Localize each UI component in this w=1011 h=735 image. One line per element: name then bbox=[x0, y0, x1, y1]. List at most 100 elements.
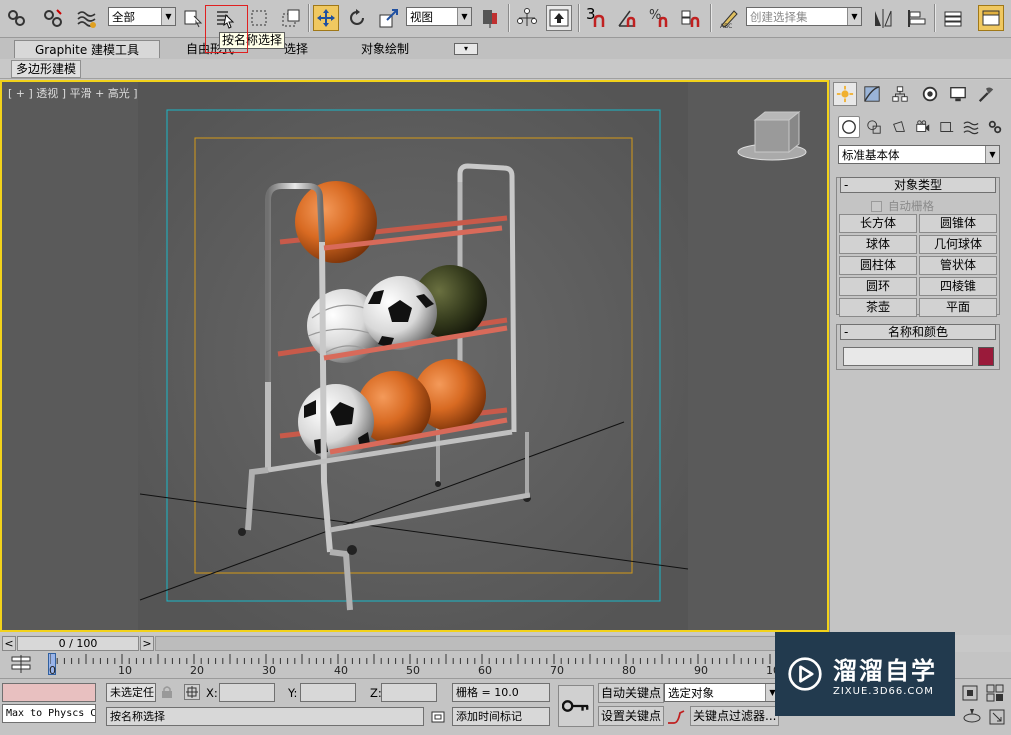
select-and-rotate-icon[interactable] bbox=[344, 5, 370, 31]
tick-label: 0 bbox=[49, 664, 56, 677]
object-category-dropdown[interactable]: 标准基本体 ▼ bbox=[838, 145, 1000, 164]
angle-snap-icon[interactable] bbox=[614, 5, 640, 31]
select-by-name-button[interactable] bbox=[212, 5, 238, 31]
autogrid-checkbox[interactable]: 自动栅格 bbox=[871, 198, 934, 214]
time-tag-icon[interactable] bbox=[430, 709, 446, 725]
time-slider-track[interactable] bbox=[155, 636, 827, 651]
selection-filter-dropdown[interactable]: 全部 ▼ bbox=[108, 7, 176, 26]
pyramid-button[interactable]: 四棱锥 bbox=[919, 277, 997, 296]
orbit-icon[interactable] bbox=[962, 707, 982, 727]
cameras-category-icon[interactable] bbox=[912, 116, 934, 138]
keyboard-shortcut-override-icon[interactable] bbox=[546, 5, 572, 31]
geosphere-button[interactable]: 几何球体 bbox=[919, 235, 997, 254]
auto-key-button[interactable]: 自动关键点 bbox=[598, 683, 665, 703]
select-and-scale-icon[interactable] bbox=[376, 5, 402, 31]
object-name-field[interactable] bbox=[843, 347, 973, 366]
selection-lock-icon[interactable] bbox=[160, 685, 174, 699]
pivot-center-icon[interactable] bbox=[477, 5, 503, 31]
hierarchy-tab-icon[interactable] bbox=[888, 82, 912, 106]
unlink-selection-icon[interactable] bbox=[40, 5, 66, 31]
name-color-rollout: - 名称和颜色 bbox=[836, 324, 1000, 370]
tick-label: 90 bbox=[694, 664, 708, 677]
tick-label: 50 bbox=[406, 664, 420, 677]
perspective-viewport[interactable]: [ + ] 透视 ] 平滑 + 高光 ] bbox=[0, 80, 829, 632]
prev-frame-button[interactable]: < bbox=[2, 636, 16, 651]
cone-button[interactable]: 圆锥体 bbox=[919, 214, 997, 233]
named-selection-dropdown[interactable]: 创建选择集 ▼ bbox=[746, 7, 862, 26]
zoom-extents-icon[interactable] bbox=[960, 683, 980, 703]
snaps-toggle-icon[interactable]: 3 bbox=[583, 5, 609, 31]
cylinder-button[interactable]: 圆柱体 bbox=[839, 256, 917, 275]
viewport-label[interactable]: [ + ] 透视 ] 平滑 + 高光 ] bbox=[8, 85, 138, 101]
time-slider-thumb[interactable]: 0 / 100 bbox=[17, 636, 139, 651]
ribbon-tabs: Graphite 建模工具 自由形式 选择 对象绘制 ▾ bbox=[0, 38, 1011, 59]
name-color-rollout-header[interactable]: - 名称和颜色 bbox=[840, 324, 996, 340]
bind-to-space-warp-icon[interactable] bbox=[74, 5, 100, 31]
select-and-link-icon[interactable] bbox=[4, 5, 30, 31]
watermark-title: 溜溜自学 bbox=[833, 657, 937, 685]
align-icon[interactable] bbox=[904, 5, 930, 31]
reference-coordinate-dropdown[interactable]: 视图 ▼ bbox=[406, 7, 472, 26]
select-object-icon[interactable] bbox=[180, 5, 206, 31]
object-type-rollout: - 对象类型 自动栅格 长方体 圆锥体 球体 几何球体 圆柱体 管状体 圆环 四… bbox=[836, 177, 1000, 317]
teapot-button[interactable]: 茶壶 bbox=[839, 298, 917, 317]
space-warps-category-icon[interactable] bbox=[960, 116, 982, 138]
maximize-viewport-icon[interactable] bbox=[987, 707, 1007, 727]
z-coordinate-field[interactable] bbox=[381, 683, 437, 702]
sphere-button[interactable]: 球体 bbox=[839, 235, 917, 254]
key-filters-button[interactable]: 关键点过滤器... bbox=[690, 706, 780, 726]
layer-manager-icon[interactable] bbox=[940, 5, 966, 31]
chevron-down-icon: ▼ bbox=[985, 146, 999, 163]
y-label: Y: bbox=[288, 686, 298, 700]
graphite-toggle-icon[interactable] bbox=[978, 5, 1004, 31]
maxscript-mini-listener-top[interactable] bbox=[2, 683, 96, 702]
box-button[interactable]: 长方体 bbox=[839, 214, 917, 233]
basketball bbox=[295, 181, 377, 263]
default-tangents-icon[interactable] bbox=[666, 707, 686, 727]
tab-selection[interactable]: 选择 bbox=[284, 40, 308, 58]
select-and-manipulate-icon[interactable] bbox=[514, 5, 540, 31]
percent-snap-icon[interactable]: % bbox=[646, 5, 672, 31]
ribbon-options-button[interactable]: ▾ bbox=[454, 43, 478, 55]
motion-tab-icon[interactable] bbox=[918, 82, 942, 106]
mirror-icon[interactable] bbox=[870, 5, 896, 31]
selected-object-dropdown[interactable]: 选定对象 ▼ bbox=[664, 683, 780, 702]
display-tab-icon[interactable] bbox=[946, 82, 970, 106]
modify-tab-icon[interactable] bbox=[860, 82, 884, 106]
shapes-category-icon[interactable] bbox=[863, 116, 885, 138]
window-crossing-icon[interactable] bbox=[278, 5, 304, 31]
prompt-line: 按名称选择 bbox=[106, 707, 424, 726]
torus-button[interactable]: 圆环 bbox=[839, 277, 917, 296]
edit-named-selection-icon[interactable]: ABC bbox=[716, 5, 742, 31]
create-tab-icon[interactable] bbox=[833, 82, 857, 106]
set-key-button[interactable] bbox=[558, 685, 594, 727]
lights-category-icon[interactable] bbox=[888, 116, 910, 138]
object-category-value: 标准基本体 bbox=[842, 148, 900, 162]
select-and-move-icon[interactable] bbox=[313, 5, 339, 31]
y-coordinate-field[interactable] bbox=[300, 683, 356, 702]
zoom-all-icon[interactable] bbox=[985, 683, 1005, 703]
geometry-category-icon[interactable] bbox=[838, 116, 860, 138]
mini-curve-editor-icon[interactable] bbox=[10, 654, 32, 674]
next-frame-button[interactable]: > bbox=[140, 636, 154, 651]
polygon-modeling-panel-label[interactable]: 多边形建模 bbox=[11, 60, 82, 78]
helpers-category-icon[interactable] bbox=[936, 116, 958, 138]
object-color-swatch[interactable] bbox=[978, 347, 994, 366]
object-type-rollout-header[interactable]: - 对象类型 bbox=[840, 177, 996, 193]
viewcube-icon[interactable] bbox=[737, 110, 807, 161]
collapse-icon: - bbox=[844, 325, 849, 339]
plane-button[interactable]: 平面 bbox=[919, 298, 997, 317]
absolute-mode-icon[interactable] bbox=[184, 684, 200, 700]
watermark-logo: 溜溜自学 ZIXUE.3D66.COM bbox=[775, 632, 955, 716]
set-key-mode-button[interactable]: 设置关键点 bbox=[598, 706, 665, 726]
systems-category-icon[interactable] bbox=[984, 116, 1006, 138]
utilities-tab-icon[interactable] bbox=[974, 82, 998, 106]
tube-button[interactable]: 管状体 bbox=[919, 256, 997, 275]
tab-object-paint[interactable]: 对象绘制 bbox=[361, 40, 409, 58]
x-coordinate-field[interactable] bbox=[219, 683, 275, 702]
rectangular-selection-icon[interactable] bbox=[246, 5, 272, 31]
spinner-snap-icon[interactable] bbox=[678, 5, 704, 31]
maxscript-mini-listener[interactable]: Max to Physcs C bbox=[2, 704, 96, 723]
tab-graphite-modeling[interactable]: Graphite 建模工具 bbox=[14, 40, 161, 58]
add-time-tag-field[interactable]: 添加时间标记 bbox=[452, 707, 550, 726]
